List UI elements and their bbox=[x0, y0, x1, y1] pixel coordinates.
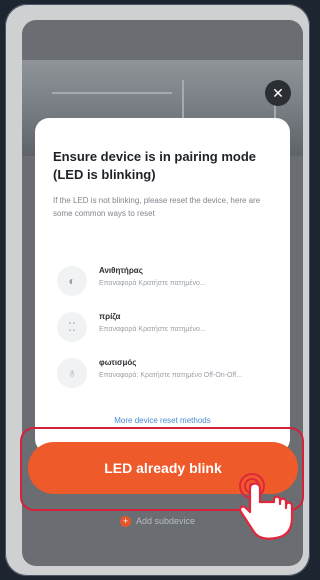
add-subdevice-label: Add subdevice bbox=[135, 516, 196, 526]
reset-method-item[interactable]: ⁚⁚ πρίζα Επαναφορά Κρατήστε πατημένο... bbox=[57, 310, 282, 350]
method-name: Ανιθητήρας bbox=[99, 266, 143, 275]
pointing-hand-icon bbox=[238, 473, 294, 540]
socket-icon: ⁚⁚ bbox=[57, 312, 87, 342]
plus-icon: + bbox=[119, 516, 131, 528]
method-desc: Επαναφορά: Κρατήστε πατημένο Off-On-Off.… bbox=[99, 372, 243, 379]
bulb-icon: ♁ bbox=[57, 358, 87, 388]
modal-title: Ensure device is in pairing mode (LED is… bbox=[53, 149, 257, 182]
method-name: πρίζα bbox=[99, 312, 121, 321]
method-name: φωτισμός bbox=[99, 358, 137, 367]
more-reset-methods-link[interactable]: More device reset methods bbox=[35, 416, 290, 425]
reset-method-item[interactable]: ♁ φωτισμός Επαναφορά: Κρατήστε πατημένο … bbox=[57, 356, 282, 396]
pairing-mode-modal: Ensure device is in pairing mode (LED is… bbox=[35, 118, 290, 453]
reset-method-item[interactable]: ◐ Ανιθητήρας Επαναφορά Κρατήστε πατημένο… bbox=[57, 264, 282, 304]
method-desc: Επαναφορά Κρατήστε πατημένο... bbox=[99, 326, 206, 333]
method-desc: Επαναφορά Κρατήστε πατημένο... bbox=[99, 280, 206, 287]
modal-description: If the LED is not blinking, please reset… bbox=[53, 196, 261, 218]
sensor-icon: ◐ bbox=[57, 266, 87, 296]
close-icon[interactable]: ✕ bbox=[265, 80, 291, 106]
